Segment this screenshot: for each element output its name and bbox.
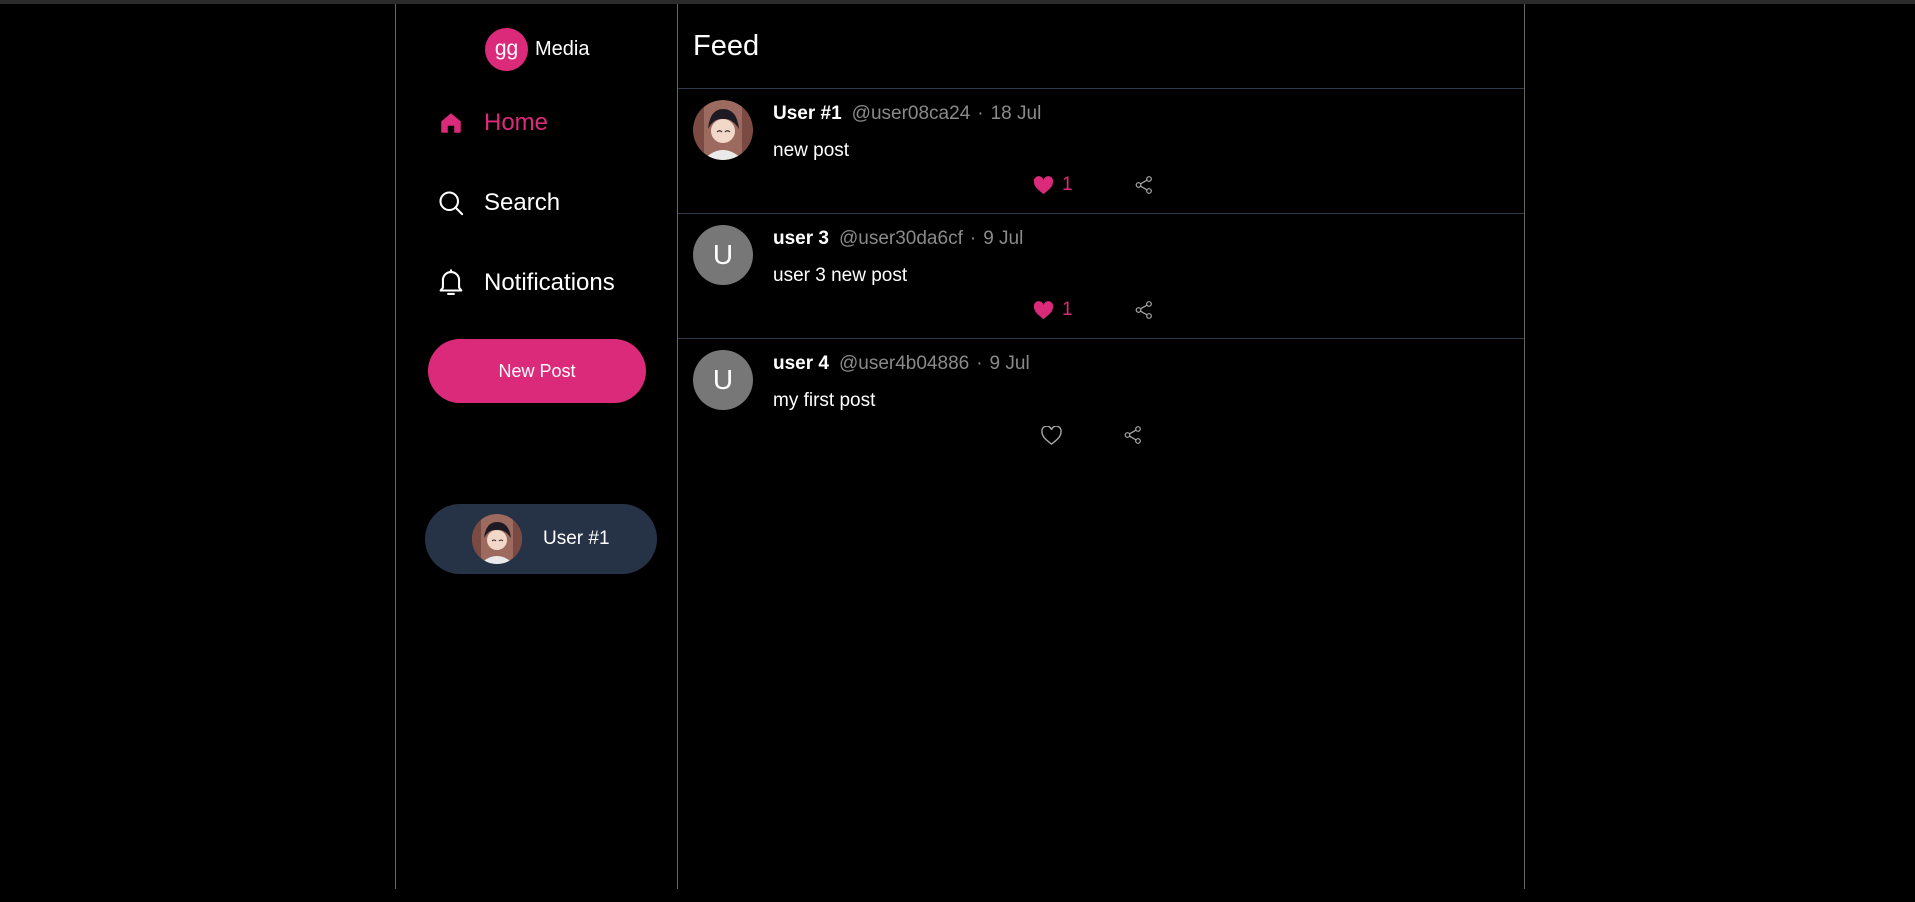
sidebar-item-home[interactable]: Home [436,101,548,145]
meta-separator: · [969,228,977,249]
profile-button[interactable]: User #1 [425,504,657,574]
sidebar-item-search[interactable]: Search [436,181,560,225]
post-date: 9 Jul [989,353,1030,374]
avatar[interactable] [693,100,753,160]
like-count: 1 [1062,174,1073,195]
like-button[interactable] [1041,425,1062,445]
post-author-handle[interactable]: @user4b04886 [839,353,969,375]
post-content: user 3 new post [773,265,908,286]
post-author-name[interactable]: User #1 [773,103,842,125]
post-meta: user 4 @user4b04886 · 9 Jul [773,353,1030,375]
heart-filled-icon [1033,300,1054,319]
post-actions: 1 [1033,173,1154,197]
sidebar: gg Media Home Search Notifications New P… [396,4,678,889]
share-button[interactable] [1134,175,1154,195]
profile-name: User #1 [543,528,610,549]
sidebar-item-notifications[interactable]: Notifications [436,261,615,305]
share-icon [1135,301,1152,319]
sidebar-item-label: Search [484,189,561,216]
sidebar-item-label: Notifications [484,269,615,296]
post-meta: user 3 @user30da6cf · 9 Jul [773,228,1023,250]
post-content: my first post [773,390,876,411]
feed-header: Feed [678,4,1524,89]
heart-outline-icon [1041,425,1062,445]
heart-filled-icon [1033,175,1054,194]
feed: Feed User #1 @user08ca24 · 18 Jul new po… [678,4,1524,889]
post-meta: User #1 @user08ca24 · 18 Jul [773,103,1041,125]
post-author-handle[interactable]: @user08ca24 [852,103,971,125]
post-date: 9 Jul [983,228,1024,249]
avatar[interactable]: U [693,225,753,285]
post-content: new post [773,140,850,161]
post-date: 18 Jul [990,103,1042,124]
share-button[interactable] [1123,425,1143,445]
like-count: 1 [1062,299,1073,320]
sidebar-item-label: Home [484,109,549,136]
app-container: gg Media Home Search Notifications New P… [395,4,1525,889]
share-icon [1124,426,1141,444]
post-author-handle[interactable]: @user30da6cf [839,228,963,250]
share-button[interactable] [1134,300,1154,320]
meta-separator: · [977,103,984,124]
post-actions: 1 [1033,298,1154,322]
new-post-button[interactable]: New Post [428,339,646,403]
feed-post[interactable]: User #1 @user08ca24 · 18 Jul new post 1 [678,89,1524,214]
feed-post[interactable]: U user 3 @user30da6cf · 9 Jul user 3 new… [678,214,1524,339]
page-title: Feed [693,29,760,62]
home-icon [436,108,466,138]
post-actions [1041,423,1143,447]
brand[interactable]: gg Media [485,25,589,73]
feed-post[interactable]: U user 4 @user4b04886 · 9 Jul my first p… [678,339,1524,463]
brand-logo: gg [485,27,528,71]
post-author-name[interactable]: user 3 [773,228,829,250]
post-author-name[interactable]: user 4 [773,353,829,375]
avatar [472,514,522,564]
meta-separator: · [976,353,983,374]
search-icon [436,188,466,218]
share-icon [1135,176,1152,194]
bell-icon [436,268,466,298]
avatar[interactable]: U [693,350,753,410]
like-button[interactable]: 1 [1033,299,1073,321]
like-button[interactable]: 1 [1033,174,1073,196]
brand-name: Media [535,37,590,60]
